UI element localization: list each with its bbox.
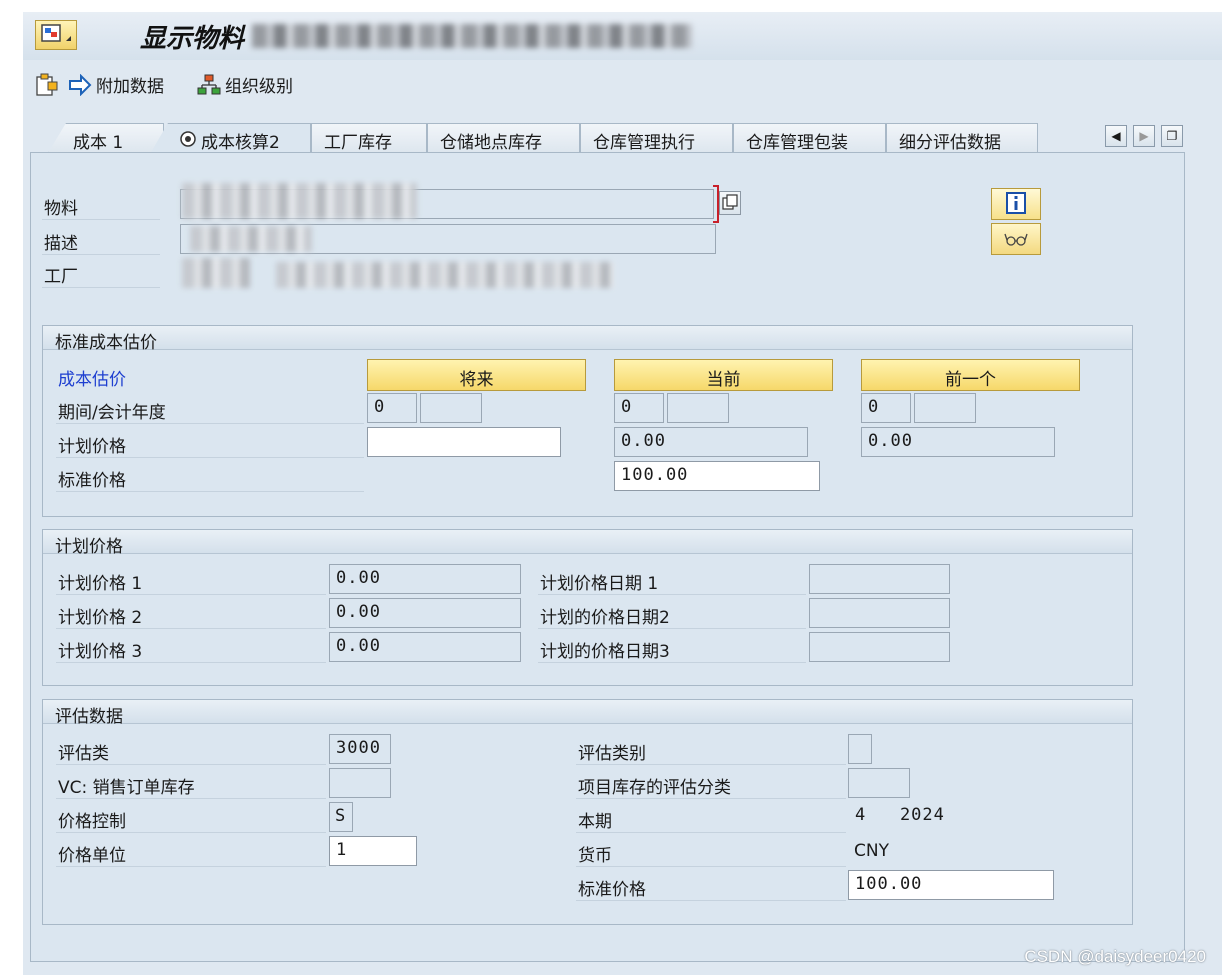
planned-date-3-label: 计划的价格日期3 (540, 642, 670, 662)
settings-gear-icon (180, 131, 196, 147)
valuation-class-field: 3000 (329, 734, 391, 764)
arrow-right-icon (69, 73, 92, 96)
current-period-label: 本期 (578, 812, 612, 832)
tab-label: 仓库管理包装 (746, 133, 848, 153)
project-stock-valuation-field (848, 768, 910, 798)
additional-data-label: 附加数据 (96, 77, 164, 97)
org-levels-label: 组织级别 (225, 77, 293, 97)
planned-price-2-label: 计划价格 2 (58, 608, 143, 628)
group-title: 标准成本估价 (43, 326, 1132, 353)
standard-price-label: 标准价格 (58, 471, 126, 491)
price-unit-label: 价格单位 (58, 846, 126, 866)
copy-icon (722, 194, 738, 210)
tab-scroll-left-button[interactable]: ◀ (1105, 125, 1127, 147)
cost-estimate-link[interactable]: 成本估价 (58, 365, 126, 390)
current-year-field (667, 393, 729, 423)
planned-date-3-field (809, 632, 950, 662)
tab-label: 成本核算2 (201, 133, 280, 153)
previous-period-field: 0 (861, 393, 911, 423)
redacted-description (190, 226, 312, 252)
previous-year-field (914, 393, 976, 423)
tab-plant-stock[interactable]: 工厂库存 (311, 123, 427, 153)
tab-label: 成本 1 (73, 133, 124, 153)
redacted-title (252, 24, 692, 48)
project-stock-valuation-label: 项目库存的评估分类 (578, 778, 731, 798)
redacted-plant (182, 258, 250, 288)
redacted-plant-name (276, 262, 614, 288)
valuation-category-field (848, 734, 872, 764)
tab-storage-location-stock[interactable]: 仓储地点库存 (427, 123, 580, 153)
vc-sales-order-stock-label: VC: 销售订单库存 (58, 778, 195, 798)
current-planned-price-field: 0.00 (614, 427, 808, 457)
current-standard-price-input[interactable]: 100.00 (614, 461, 820, 491)
currency-label: 货币 (578, 846, 612, 866)
current-estimate-button[interactable]: 当前 (614, 359, 833, 391)
planned-price-3-label: 计划价格 3 (58, 642, 143, 662)
planned-price-1-label: 计划价格 1 (58, 574, 143, 594)
currency-value: CNY (854, 841, 889, 861)
org-levels-button[interactable]: 组织级别 (197, 72, 293, 97)
tab-list-button[interactable]: ❐ (1161, 125, 1183, 147)
plant-label: 工厂 (44, 267, 78, 287)
valuation-category-label: 评估类别 (578, 744, 646, 764)
planned-date-2-field (809, 598, 950, 628)
tab-label: 细分评估数据 (899, 133, 1001, 153)
planned-price-3-field: 0.00 (329, 632, 521, 662)
current-period-field: 0 (614, 393, 664, 423)
previous-estimate-button[interactable]: 前一个 (861, 359, 1080, 391)
valuation-class-label: 评估类 (58, 744, 109, 764)
match-help-button[interactable] (719, 191, 741, 215)
price-control-label: 价格控制 (58, 812, 126, 832)
planned-price-1-field: 0.00 (329, 564, 521, 594)
info-icon (1006, 192, 1026, 214)
price-control-field: S (329, 802, 353, 832)
period-year-label: 期间/会计年度 (58, 403, 166, 423)
clipboard-icon (36, 73, 58, 96)
redacted-material (182, 183, 417, 219)
org-structure-icon (197, 74, 221, 94)
vc-sales-order-stock-field (329, 768, 391, 798)
system-menu-button[interactable] (35, 20, 77, 50)
previous-planned-price-field: 0.00 (861, 427, 1055, 457)
planned-price-2-field: 0.00 (329, 598, 521, 628)
tab-label: 工厂库存 (324, 133, 392, 153)
tab-active-icon (179, 130, 197, 153)
future-period-field: 0 (367, 393, 417, 423)
glasses-icon (1004, 233, 1028, 246)
info-button[interactable] (991, 188, 1041, 220)
group-title: 评估数据 (43, 700, 1132, 727)
tab-label: 仓储地点库存 (440, 133, 542, 153)
watermark: CSDN @daisydeer0420 (1024, 947, 1206, 966)
tab-warehouse-mgmt-packaging[interactable]: 仓库管理包装 (733, 123, 886, 153)
future-estimate-button[interactable]: 将来 (367, 359, 586, 391)
planned-date-1-label: 计划价格日期 1 (540, 574, 659, 594)
planned-price-label: 计划价格 (58, 437, 126, 457)
future-year-field (420, 393, 482, 423)
planned-date-1-field (809, 564, 950, 594)
page-title: 显示物料 (140, 24, 245, 54)
additional-data-button[interactable]: 附加数据 (68, 72, 164, 97)
material-label: 物料 (44, 199, 78, 219)
tab-scroll-right-button[interactable]: ▶ (1133, 125, 1155, 147)
valuation-standard-price-input[interactable]: 100.00 (848, 870, 1054, 900)
tab-costing-2[interactable]: 成本核算2 (150, 123, 311, 154)
sap-menu-icon (41, 24, 71, 42)
valuation-standard-price-label: 标准价格 (578, 880, 646, 900)
tab-costing-1[interactable]: 成本 1 (48, 123, 164, 153)
current-period-value: 4 2024 (855, 805, 945, 825)
planned-date-2-label: 计划的价格日期2 (540, 608, 670, 628)
future-planned-price-input[interactable] (367, 427, 561, 457)
group-title: 计划价格 (43, 530, 1132, 557)
tab-split-valuation[interactable]: 细分评估数据 (886, 123, 1038, 153)
new-entry-button[interactable] (34, 72, 60, 98)
tab-warehouse-mgmt-exec[interactable]: 仓库管理执行 (580, 123, 733, 153)
display-details-button[interactable] (991, 223, 1041, 255)
tab-label: 仓库管理执行 (593, 133, 695, 153)
price-unit-input[interactable]: 1 (329, 836, 417, 866)
description-label: 描述 (44, 234, 78, 254)
